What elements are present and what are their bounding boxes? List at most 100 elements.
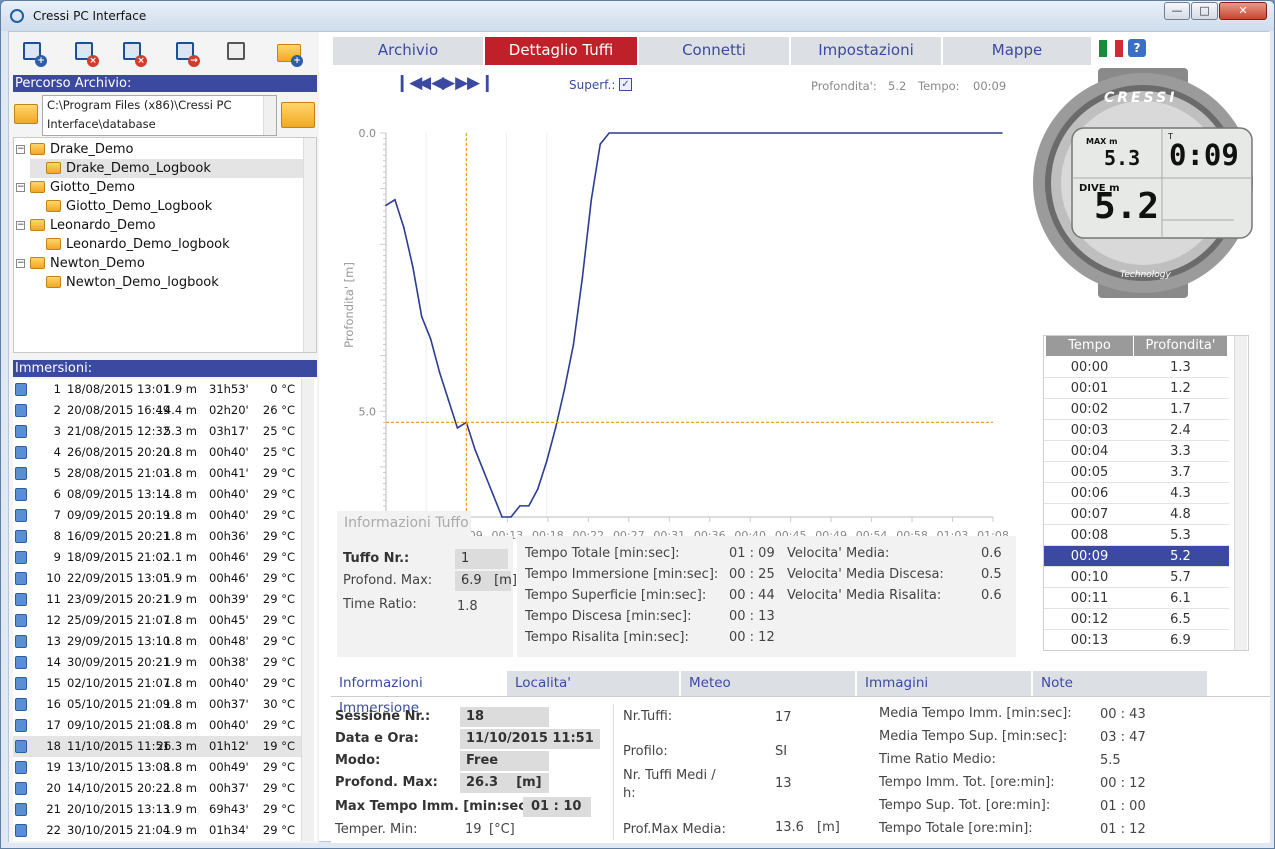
tree-item-drake-logbook[interactable]: Drake_Demo_Logbook [30, 159, 306, 178]
table-row[interactable]: 00:04 3.3 [1044, 441, 1229, 462]
tab-note[interactable]: Note [1033, 671, 1207, 696]
list-item[interactable]: 6 08/09/2015 13:14 1.8 m 00h40' 29 °C [13, 484, 301, 505]
list-item[interactable]: 21 20/10/2015 13:13 1.9 m 69h43' 29 °C [13, 799, 301, 820]
nr-tuffi-value: 17 [775, 710, 792, 725]
tab-impostazioni[interactable]: Impostazioni [791, 37, 941, 65]
tab-immagini[interactable]: Immagini [857, 671, 1031, 696]
list-item[interactable]: 17 09/10/2015 21:08 1.8 m 00h40' 29 °C [13, 715, 301, 736]
tab-informazioni-immersione[interactable]: Informazioni Immersione [331, 671, 505, 716]
list-item[interactable]: 4 26/08/2015 20:20 1.8 m 00h40' 25 °C [13, 442, 301, 463]
dive-duration: 00h40' [209, 718, 249, 732]
folder-icon [14, 104, 38, 124]
table-row[interactable]: 00:00 1.3 [1044, 357, 1229, 378]
table-row[interactable]: 00:05 3.7 [1044, 462, 1229, 483]
tab-localita[interactable]: Localita' [507, 671, 679, 696]
folder-icon [30, 143, 45, 155]
close-button[interactable]: ✕ [1219, 2, 1267, 20]
collapse-icon[interactable]: − [16, 183, 25, 192]
dive-duration: 31h53' [209, 382, 249, 396]
table-cell-profondita: 3.7 [1170, 465, 1191, 480]
maxdepth-value: 26.3 [466, 775, 499, 790]
list-item[interactable]: 19 13/10/2015 13:08 1.8 m 00h49' 29 °C [13, 757, 301, 778]
list-item[interactable]: 11 23/09/2015 20:21 1.9 m 00h39' 29 °C [13, 589, 301, 610]
dive-profile-chart[interactable]: 0.05.06.900:0000:0400:0900:1300:1800:220… [331, 88, 1018, 548]
data-point [545, 460, 548, 463]
folder-icon [46, 276, 61, 288]
add-icon: + [291, 55, 303, 67]
dive-number: 13 [46, 634, 61, 648]
list-item[interactable]: 15 02/10/2015 21:07 1.8 m 00h40' 29 °C [13, 673, 301, 694]
archive-path-field[interactable]: C:\Program Files (x86)\Cressi PC Interfa… [42, 95, 277, 136]
print-button[interactable] [225, 39, 251, 67]
collapse-icon[interactable]: − [16, 259, 25, 268]
minimize-button[interactable]: — [1164, 2, 1190, 20]
export-button[interactable]: → [174, 39, 200, 67]
table-row[interactable]: 00:12 6.5 [1044, 609, 1229, 630]
tab-archivio[interactable]: Archivio [333, 37, 483, 65]
watch-time-value: 0:09 [1169, 138, 1239, 172]
tuffo-stat-value: 00 : 13 [729, 609, 775, 624]
table-header-tempo[interactable]: Tempo [1046, 336, 1133, 356]
table-row[interactable]: 00:02 1.7 [1044, 399, 1229, 420]
table-row[interactable]: 00:03 2.4 [1044, 420, 1229, 441]
dive-icon [15, 446, 27, 459]
path-scrollbar[interactable] [263, 96, 276, 135]
tree-scrollbar[interactable] [303, 138, 316, 352]
dive-icon [15, 782, 27, 795]
delete-logbook-button[interactable]: × [73, 39, 99, 67]
data-point [483, 471, 485, 474]
list-item[interactable]: 16 05/10/2015 21:09 1.8 m 00h37' 30 °C [13, 694, 301, 715]
table-cell-tempo: 00:12 [1070, 612, 1109, 627]
new-folder-button[interactable]: + [277, 39, 303, 67]
dive-info-section: Informazioni Immersione Localita' Meteo … [331, 668, 1270, 843]
table-row[interactable]: 00:11 6.1 [1044, 588, 1229, 609]
table-row[interactable]: 00:06 4.3 [1044, 483, 1229, 504]
dive-duration: 00h49' [209, 760, 249, 774]
data-point [429, 338, 432, 340]
list-item[interactable]: 7 09/09/2015 20:19 1.8 m 00h40' 29 °C [13, 505, 301, 526]
list-item[interactable]: 12 25/09/2015 21:07 1.8 m 00h45' 29 °C [13, 610, 301, 631]
list-item[interactable]: 2 20/08/2015 16:49 14.4 m 02h20' 26 °C [13, 400, 301, 421]
table-row[interactable]: 00:10 5.7 [1044, 567, 1229, 588]
new-logbook-button[interactable]: + [21, 39, 47, 67]
collapse-icon[interactable]: − [16, 145, 25, 154]
list-item[interactable]: 10 22/09/2015 13:05 1.9 m 00h46' 29 °C [13, 568, 301, 589]
table-row[interactable]: 00:07 4.8 [1044, 504, 1229, 525]
delete-dives-button[interactable]: × [121, 39, 147, 67]
browse-folder-button[interactable] [281, 102, 315, 128]
table-cell-profondita: 6.1 [1170, 591, 1191, 606]
maximize-button[interactable]: □ [1191, 2, 1218, 20]
dive-icon [15, 677, 27, 690]
dive-number: 4 [53, 445, 61, 459]
table-cell-tempo: 00:08 [1070, 528, 1109, 543]
tab-dettaglio-tuffi[interactable]: Dettaglio Tuffi [485, 37, 637, 65]
tab-meteo[interactable]: Meteo [681, 671, 855, 696]
table-row[interactable]: 00:13 6.9 [1044, 630, 1229, 650]
list-item[interactable]: 9 18/09/2015 21:02 1.1 m 00h46' 29 °C [13, 547, 301, 568]
table-row[interactable]: 00:09 5.2 [1044, 546, 1229, 567]
list-item[interactable]: 22 30/10/2015 21:04 1.9 m 01h34' 29 °C [13, 820, 301, 841]
list-item[interactable]: 8 16/09/2015 20:21 1.8 m 00h36' 29 °C [13, 526, 301, 547]
tab-mappe[interactable]: Mappe [943, 37, 1091, 65]
tab-connetti[interactable]: Connetti [639, 37, 789, 65]
table-row[interactable]: 00:01 1.2 [1044, 378, 1229, 399]
list-item[interactable]: 14 30/09/2015 20:21 1.9 m 00h38' 29 °C [13, 652, 301, 673]
summary-value: 01 : 12 [1100, 822, 1146, 837]
dive-depth: 1.8 m [163, 487, 197, 501]
list-item[interactable]: 5 28/08/2015 21:03 1.8 m 00h41' 29 °C [13, 463, 301, 484]
table-header-profondita[interactable]: Profondita' [1134, 336, 1227, 356]
dive-number: 6 [53, 487, 61, 501]
table-row[interactable]: 00:08 5.3 [1044, 525, 1229, 546]
help-icon[interactable]: ? [1128, 39, 1146, 57]
list-item[interactable]: 18 11/10/2015 11:51 26.3 m 01h12' 19 °C [13, 736, 301, 757]
list-item[interactable]: 3 21/08/2015 12:32 5.3 m 03h17' 25 °C [13, 421, 301, 442]
list-item[interactable]: 1 18/08/2015 13:01 1.9 m 31h53' 0 °C [13, 379, 301, 400]
dives-scrollbar[interactable] [301, 379, 314, 841]
y-tick-label: 0.0 [359, 127, 377, 140]
list-item[interactable]: 20 14/10/2015 20:22 1.8 m 00h37' 29 °C [13, 778, 301, 799]
dive-duration: 00h36' [209, 529, 249, 543]
list-item[interactable]: 13 29/09/2015 13:10 1.8 m 00h48' 29 °C [13, 631, 301, 652]
collapse-icon[interactable]: − [16, 221, 25, 230]
language-flag-icon[interactable] [1099, 40, 1123, 57]
table-scrollbar[interactable] [1234, 336, 1247, 650]
